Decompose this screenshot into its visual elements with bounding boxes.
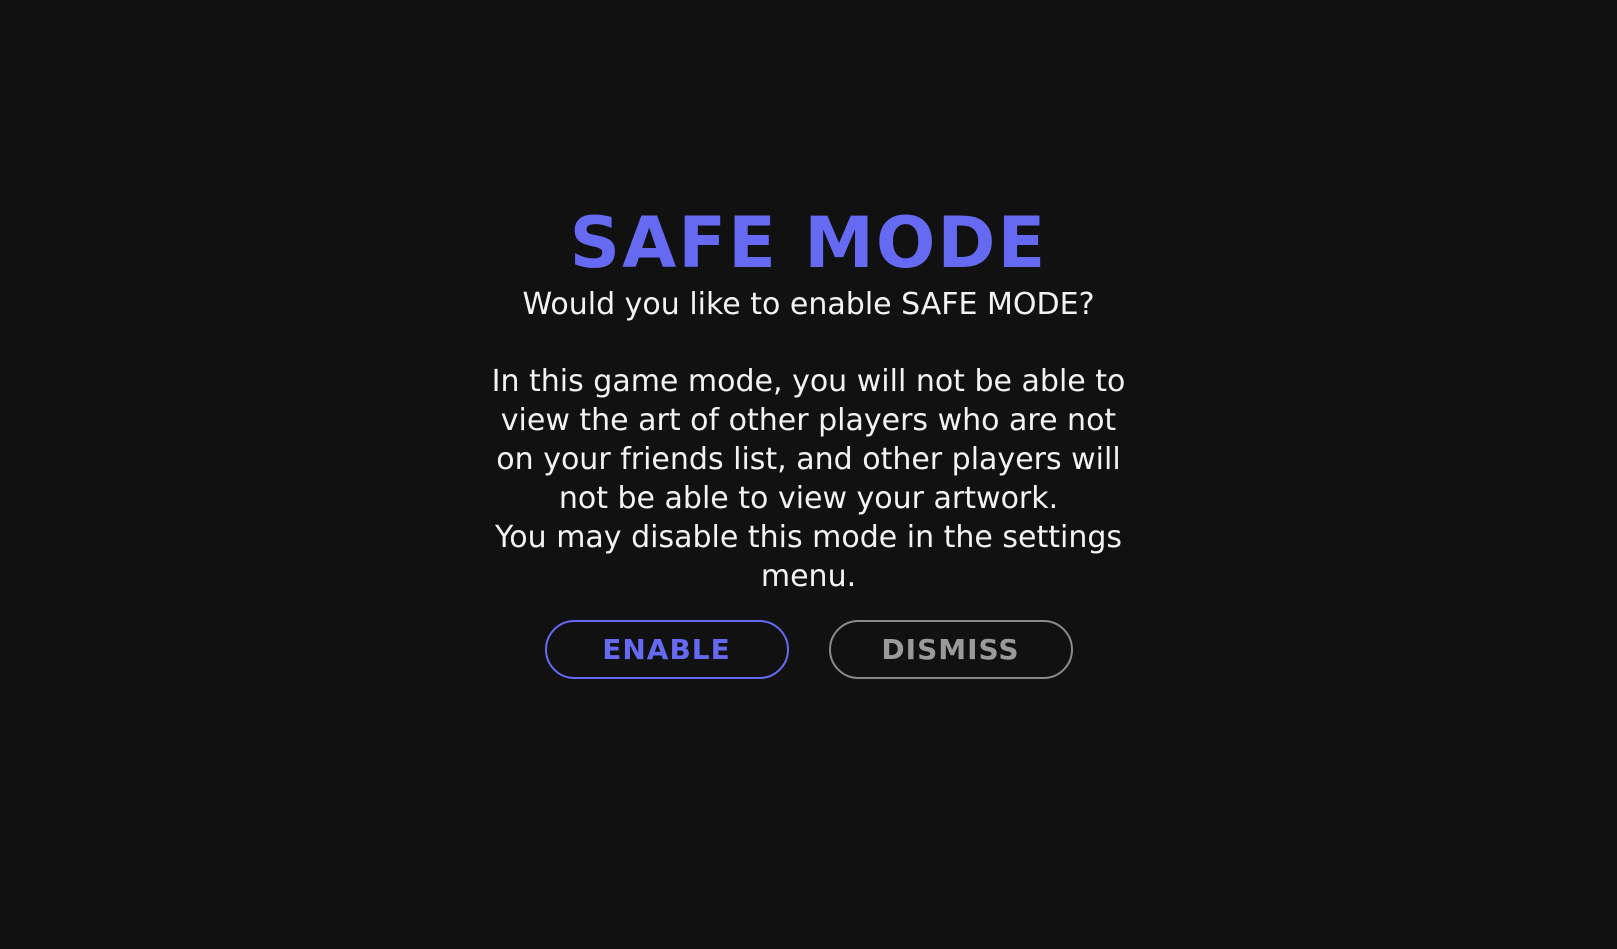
dialog-note: You may disable this mode in the setting… — [494, 520, 1123, 594]
safe-mode-dialog: SAFE MODE Would you like to enable SAFE … — [0, 202, 1617, 679]
dialog-body: In this game mode, you will not be able … — [489, 362, 1129, 596]
dialog-description: In this game mode, you will not be able … — [491, 364, 1126, 516]
dialog-question: Would you like to enable SAFE MODE? — [522, 287, 1095, 322]
enable-button[interactable]: ENABLE — [544, 620, 789, 679]
safe-mode-screen: SAFE MODE Would you like to enable SAFE … — [0, 0, 1617, 949]
dialog-buttons: ENABLE DISMISS — [544, 620, 1073, 679]
dismiss-button[interactable]: DISMISS — [828, 620, 1073, 679]
dialog-title: SAFE MODE — [569, 202, 1048, 284]
